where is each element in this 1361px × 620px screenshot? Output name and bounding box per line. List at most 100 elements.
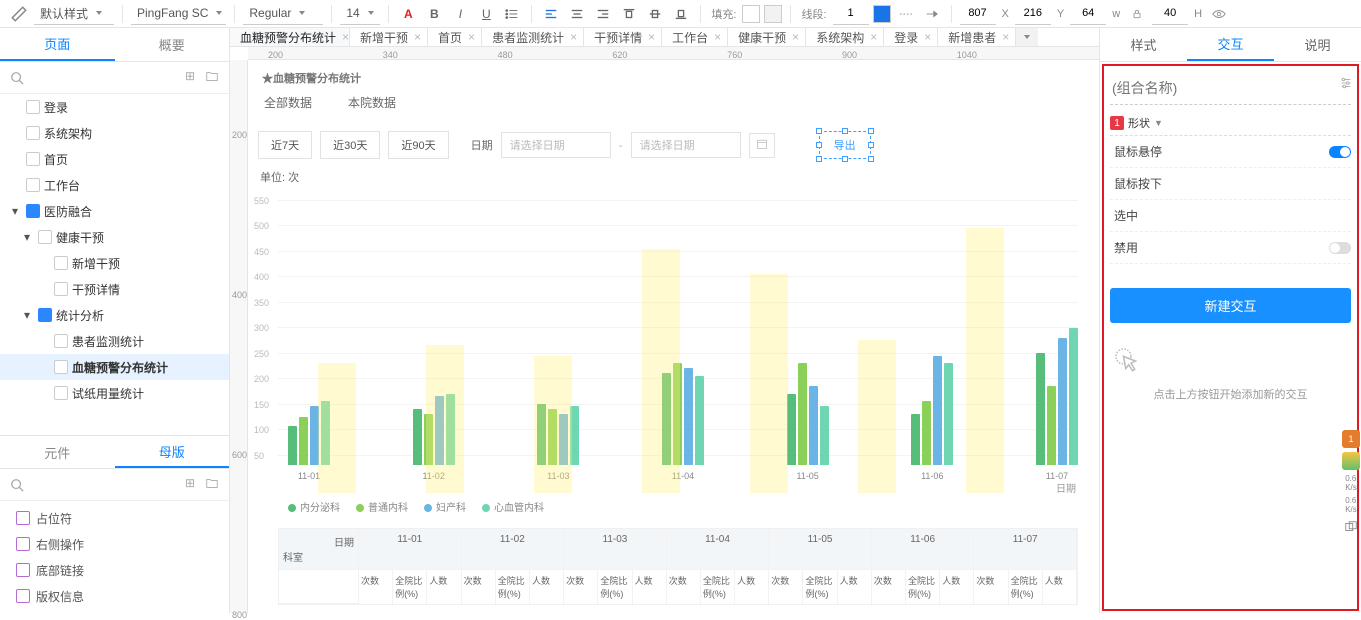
- doc-tab-4[interactable]: 干预详情×: [584, 28, 662, 46]
- italic-button[interactable]: I: [449, 3, 471, 25]
- doc-tab-1[interactable]: 新增干预×: [350, 28, 428, 46]
- close-icon[interactable]: ×: [414, 30, 421, 44]
- doc-tab-7[interactable]: 系统架构×: [806, 28, 884, 46]
- tree-item-patientmon[interactable]: 患者监测统计: [0, 328, 229, 354]
- dock-badge-1[interactable]: 1: [1342, 430, 1360, 448]
- visibility-button[interactable]: [1208, 3, 1230, 25]
- more-tabs-button[interactable]: [1016, 28, 1038, 46]
- group-name-input[interactable]: [1110, 72, 1351, 105]
- line-style-button[interactable]: [895, 3, 917, 25]
- rtab-note[interactable]: 说明: [1274, 28, 1361, 61]
- size-h-input[interactable]: [1152, 3, 1188, 25]
- tree-item-arch[interactable]: 系统架构: [0, 120, 229, 146]
- lib-right-op[interactable]: 右侧操作: [0, 531, 229, 557]
- new-interaction-button[interactable]: 新建交互: [1110, 288, 1351, 323]
- tree-item-medical[interactable]: ▾医防融合: [0, 198, 229, 224]
- rtab-style[interactable]: 样式: [1100, 28, 1187, 61]
- tree-item-health[interactable]: ▾健康干预: [0, 224, 229, 250]
- tree-item-login[interactable]: 登录: [0, 94, 229, 120]
- valign-top-button[interactable]: [618, 3, 640, 25]
- add-folder-icon[interactable]: [205, 69, 219, 86]
- state-selected[interactable]: 选中: [1110, 200, 1351, 232]
- settings-icon[interactable]: [1339, 76, 1353, 93]
- tree-item-stats[interactable]: ▾统计分析: [0, 302, 229, 328]
- dock-gradient[interactable]: [1342, 452, 1360, 470]
- stroke-width-input[interactable]: [833, 3, 869, 25]
- search-icon[interactable]: [10, 478, 24, 492]
- fill-color-gray[interactable]: [764, 5, 782, 23]
- pos-x-input[interactable]: [960, 3, 996, 25]
- close-icon[interactable]: ×: [570, 30, 577, 44]
- tab-master[interactable]: 母版: [115, 436, 230, 468]
- tree-item-workbench[interactable]: 工作台: [0, 172, 229, 198]
- tab-components[interactable]: 元件: [0, 436, 115, 468]
- filter-7d-button[interactable]: 近7天: [258, 131, 312, 159]
- design-canvas[interactable]: ★血糖预警分布统计 全部数据 本院数据 近7天 近30天 近90天 日期 请选择…: [248, 60, 1099, 613]
- font-size-select[interactable]: 14: [340, 3, 380, 25]
- filter-30d-button[interactable]: 近30天: [320, 131, 380, 159]
- doc-tab-3[interactable]: 患者监测统计×: [482, 28, 584, 46]
- close-icon[interactable]: ×: [1002, 30, 1009, 44]
- doc-tab-6[interactable]: 健康干预×: [728, 28, 806, 46]
- close-icon[interactable]: ×: [468, 30, 475, 44]
- font-family-select[interactable]: PingFang SC: [131, 3, 226, 25]
- state-pressed[interactable]: 鼠标按下: [1110, 168, 1351, 200]
- dock-collapse-button[interactable]: [1342, 518, 1360, 536]
- bold-button[interactable]: B: [423, 3, 445, 25]
- pos-y-input[interactable]: [1015, 3, 1051, 25]
- shape-header[interactable]: 1 形状 ▼: [1110, 111, 1351, 136]
- doc-tab-2[interactable]: 首页×: [428, 28, 482, 46]
- export-button-selected[interactable]: 导出: [819, 131, 871, 159]
- doc-tab-5[interactable]: 工作台×: [662, 28, 728, 46]
- lock-aspect-button[interactable]: [1126, 3, 1148, 25]
- lib-bottom-link[interactable]: 底部链接: [0, 557, 229, 583]
- align-left-button[interactable]: [540, 3, 562, 25]
- close-icon[interactable]: ×: [342, 30, 349, 44]
- close-icon[interactable]: ×: [870, 30, 877, 44]
- align-center-button[interactable]: [566, 3, 588, 25]
- size-w-input[interactable]: [1070, 3, 1106, 25]
- font-weight-select[interactable]: Regular: [243, 3, 323, 25]
- filter-90d-button[interactable]: 近90天: [388, 131, 448, 159]
- underline-button[interactable]: U: [475, 3, 497, 25]
- text-color-button[interactable]: A: [397, 3, 419, 25]
- fill-color-white[interactable]: [742, 5, 760, 23]
- date-end-input[interactable]: 请选择日期: [631, 132, 741, 158]
- page-tab-local[interactable]: 本院数据: [348, 94, 396, 111]
- valign-bot-button[interactable]: [670, 3, 692, 25]
- x-label: X: [1002, 8, 1009, 20]
- tree-item-home[interactable]: 首页: [0, 146, 229, 172]
- lib-placeholder[interactable]: 占位符: [0, 505, 229, 531]
- add-page-icon[interactable]: ⊞: [185, 69, 195, 86]
- tab-outline[interactable]: 概要: [115, 28, 230, 61]
- tree-item-bloodalarm[interactable]: 血糖预警分布统计: [0, 354, 229, 380]
- stroke-color[interactable]: [873, 5, 891, 23]
- align-right-button[interactable]: [592, 3, 614, 25]
- pencil-icon[interactable]: [8, 3, 30, 25]
- style-preset-select[interactable]: 默认样式: [34, 3, 114, 25]
- state-hover[interactable]: 鼠标悬停: [1110, 136, 1351, 168]
- close-icon[interactable]: ×: [714, 30, 721, 44]
- tree-item-newint[interactable]: 新增干预: [0, 250, 229, 276]
- state-disabled[interactable]: 禁用: [1110, 232, 1351, 264]
- search-icon[interactable]: [10, 71, 24, 85]
- add-master-icon[interactable]: ⊞: [185, 476, 195, 493]
- rtab-interact[interactable]: 交互: [1187, 28, 1274, 61]
- tab-page[interactable]: 页面: [0, 28, 115, 61]
- arrow-style-button[interactable]: [921, 3, 943, 25]
- doc-tab-9[interactable]: 新增患者×: [938, 28, 1016, 46]
- doc-tab-0[interactable]: 血糖预警分布统计×: [230, 28, 350, 46]
- bullets-button[interactable]: [501, 3, 523, 25]
- page-tab-all[interactable]: 全部数据: [264, 94, 312, 111]
- add-master-folder-icon[interactable]: [205, 476, 219, 493]
- close-icon[interactable]: ×: [648, 30, 655, 44]
- lib-copyright[interactable]: 版权信息: [0, 583, 229, 609]
- valign-mid-button[interactable]: [644, 3, 666, 25]
- tree-item-stripusage[interactable]: 试纸用量统计: [0, 380, 229, 406]
- calendar-icon[interactable]: [749, 133, 775, 158]
- tree-item-intdetail[interactable]: 干预详情: [0, 276, 229, 302]
- doc-tab-8[interactable]: 登录×: [884, 28, 938, 46]
- close-icon[interactable]: ×: [924, 30, 931, 44]
- close-icon[interactable]: ×: [792, 30, 799, 44]
- date-start-input[interactable]: 请选择日期: [501, 132, 611, 158]
